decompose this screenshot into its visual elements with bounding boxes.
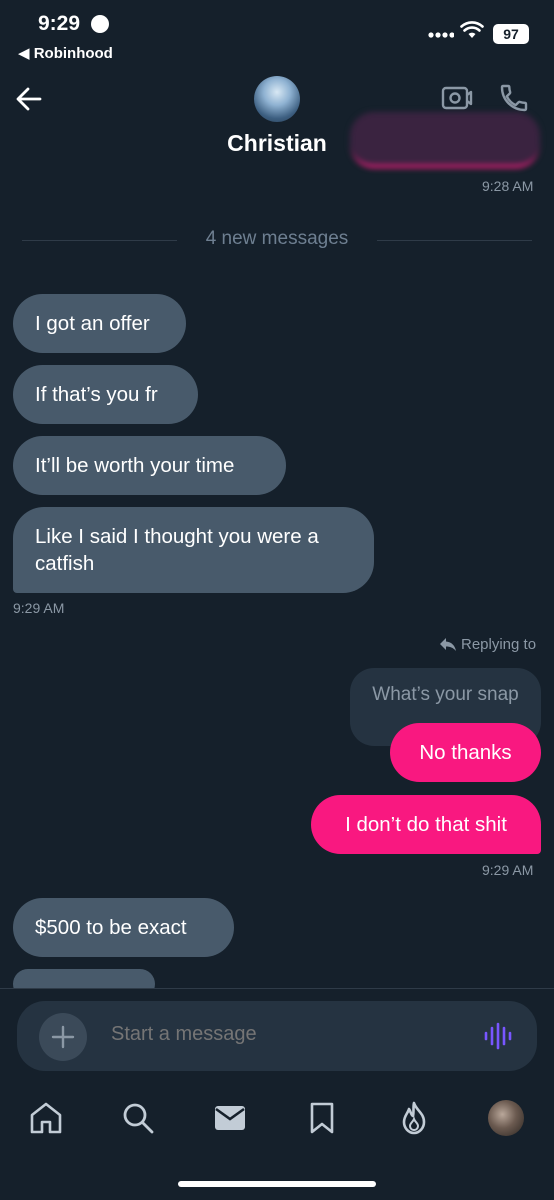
- profile-avatar[interactable]: [488, 1100, 524, 1136]
- flame-icon[interactable]: [396, 1100, 432, 1136]
- wifi-icon: [460, 21, 484, 38]
- video-call-icon[interactable]: [441, 84, 473, 112]
- status-bar: 9:29 ◀ Robinhood 97: [0, 0, 554, 70]
- signal-icon: [428, 32, 454, 38]
- bookmark-icon[interactable]: [304, 1100, 340, 1136]
- home-icon[interactable]: [28, 1100, 64, 1136]
- home-indicator: [178, 1181, 376, 1187]
- add-attachment-button[interactable]: [39, 1013, 87, 1061]
- back-arrow-icon[interactable]: [14, 84, 44, 114]
- message-timestamp: 9:29 AM: [13, 600, 65, 616]
- plus-icon: [51, 1025, 75, 1049]
- phone-call-icon[interactable]: [498, 82, 530, 114]
- contact-name[interactable]: Christian: [0, 130, 554, 157]
- incoming-message[interactable]: Like I said I thought you were a catfish: [13, 507, 374, 593]
- smiley-icon: [91, 15, 109, 33]
- outgoing-message[interactable]: I don’t do that shit: [311, 795, 541, 854]
- message-composer: [17, 1001, 537, 1071]
- battery-indicator: 97: [493, 24, 529, 44]
- incoming-message[interactable]: $500 to be exact: [13, 898, 234, 957]
- replying-to-label: Replying to: [461, 636, 537, 653]
- voice-message-icon[interactable]: [483, 1021, 513, 1051]
- incoming-message[interactable]: I got an offer: [13, 294, 186, 353]
- outgoing-message[interactable]: No thanks: [390, 723, 541, 782]
- composer-bar: [0, 988, 554, 1078]
- new-messages-label: 4 new messages: [195, 228, 359, 249]
- search-icon[interactable]: [120, 1100, 156, 1136]
- message-timestamp: 9:28 AM: [482, 178, 534, 194]
- message-input[interactable]: [111, 1023, 451, 1046]
- replying-to-indicator: Replying to: [439, 636, 536, 653]
- status-time: 9:29: [38, 12, 81, 35]
- reply-icon: [440, 637, 456, 651]
- messages-icon[interactable]: [212, 1100, 248, 1136]
- new-messages-divider: 4 new messages: [22, 228, 532, 252]
- bottom-tab-bar: [0, 1080, 554, 1160]
- message-timestamp: 9:29 AM: [482, 862, 534, 878]
- back-to-app-link[interactable]: ◀ Robinhood: [18, 44, 113, 62]
- conversation-header: Christian: [0, 70, 554, 200]
- incoming-message[interactable]: If that’s you fr: [13, 365, 198, 424]
- incoming-message[interactable]: It’ll be worth your time: [13, 436, 286, 495]
- contact-avatar[interactable]: [254, 76, 300, 122]
